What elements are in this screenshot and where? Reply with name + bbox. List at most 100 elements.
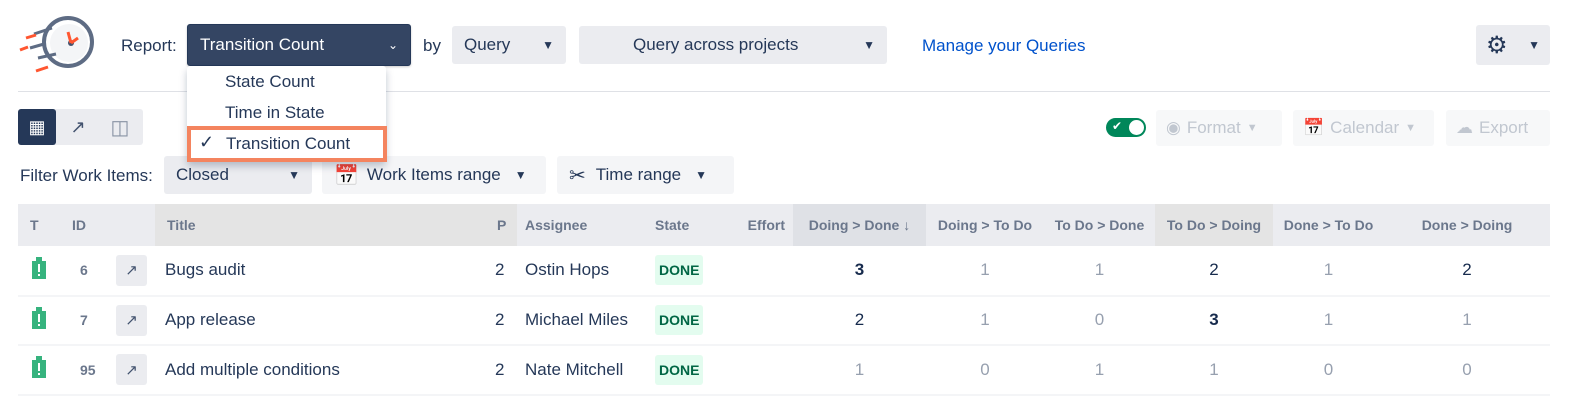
bug-type-icon (32, 306, 46, 329)
chevron-down-icon: ⌄ (387, 38, 398, 52)
cloud-download-icon: ☁ (1456, 118, 1473, 137)
row-chart-button[interactable]: ↗ (116, 254, 147, 286)
transition-count-cell: 0 (1044, 295, 1155, 346)
id-cell[interactable]: 95 (64, 345, 108, 396)
column-header-doing-todo[interactable]: Doing > To Do (926, 204, 1044, 246)
state-cell: DONE (647, 246, 723, 297)
settings-button[interactable]: ⚙ ▼ (1476, 25, 1550, 65)
column-header-title[interactable]: Title (155, 204, 481, 246)
column-header-label: Doing > Done (808, 217, 900, 233)
title-cell[interactable]: Bugs audit (155, 246, 481, 297)
status-badge: DONE (655, 354, 704, 385)
scissors-icon: ✂ (569, 164, 586, 187)
title-cell[interactable]: Add multiple conditions (155, 345, 481, 396)
table-row[interactable]: 95 ↗ Add multiple conditions 2 Nate Mitc… (18, 345, 1550, 396)
eye-icon: ◉ (1166, 118, 1181, 137)
type-cell (18, 345, 64, 396)
transition-count-cell: 1 (1044, 246, 1155, 297)
sort-down-arrow-icon: ↓ (903, 217, 911, 233)
time-range-button[interactable]: ✂ Time range ▼ (557, 156, 734, 194)
column-header-assignee[interactable]: Assignee (517, 204, 647, 246)
query-select-value: Query across projects (633, 35, 799, 54)
transition-count-cell: 1 (793, 345, 926, 396)
calendar-clock-icon: 📅 (334, 164, 359, 187)
column-header-type[interactable]: T (18, 204, 64, 246)
chart-cell: ↗ (108, 295, 155, 346)
report-select[interactable]: Transition Count ⌄ (187, 24, 411, 66)
gear-icon: ⚙ (1486, 31, 1508, 59)
report-select-value: Transition Count (200, 35, 325, 54)
toggle-switch[interactable]: ✔ (1106, 118, 1146, 137)
filter-label: Filter Work Items: (20, 166, 153, 185)
chevron-down-icon: ▼ (514, 168, 527, 182)
by-label: by (423, 36, 441, 55)
column-header-todo-doing[interactable]: To Do > Doing (1155, 204, 1273, 246)
toggle-knob (1129, 120, 1144, 135)
export-label: Export (1479, 118, 1529, 137)
priority-cell: 2 (481, 295, 517, 346)
export-button[interactable]: ☁ Export (1446, 110, 1550, 146)
transition-count-cell: 0 (1273, 345, 1384, 396)
transition-count-cell: 1 (926, 295, 1044, 346)
layout-view-button[interactable]: ◫ (100, 109, 140, 145)
column-header-done-doing[interactable]: Done > Doing (1384, 204, 1550, 246)
transition-count-cell: 2 (1384, 246, 1550, 297)
transition-count-cell: 0 (1384, 345, 1550, 396)
transition-count-cell: 1 (1044, 345, 1155, 396)
table-row[interactable]: 6 ↗ Bugs audit 2 Ostin Hops DONE 311212 (18, 246, 1550, 297)
status-filter-value: Closed (176, 165, 229, 184)
calendar-icon: 📅 (1303, 118, 1325, 137)
transition-count-cell: 1 (1384, 295, 1550, 346)
query-select[interactable]: Query across projects ▼ (579, 26, 887, 64)
work-items-range-label: Work Items range (366, 165, 501, 184)
chart-line-icon: ↗ (125, 361, 138, 379)
chevron-down-icon: ▼ (288, 168, 300, 182)
column-header-state[interactable]: State (647, 204, 723, 246)
type-cell (18, 246, 64, 297)
transition-count-cell: 3 (793, 246, 926, 297)
format-button[interactable]: ◉ Format ▼ (1156, 110, 1282, 146)
row-chart-button[interactable]: ↗ (116, 304, 147, 336)
manage-queries-link[interactable]: Manage your Queries (922, 36, 1085, 56)
grid-view-button[interactable]: ▦ (18, 109, 56, 145)
chevron-down-icon: ▼ (1528, 38, 1540, 52)
menu-item-state-count[interactable]: State Count (187, 66, 386, 98)
transition-count-cell: 2 (1155, 246, 1273, 297)
transition-count-cell: 0 (926, 345, 1044, 396)
column-header-chart (108, 204, 155, 246)
column-header-effort[interactable]: Effort (723, 204, 793, 246)
table-row[interactable]: 7 ↗ App release 2 Michael Miles DONE 210… (18, 295, 1550, 346)
priority-cell: 2 (481, 246, 517, 297)
column-header-todo-done[interactable]: To Do > Done (1044, 204, 1155, 246)
transition-count-cell: 1 (1273, 295, 1384, 346)
calendar-button[interactable]: 📅 Calendar ▼ (1293, 110, 1434, 146)
app-logo (16, 14, 96, 76)
by-select[interactable]: Query ▼ (452, 26, 566, 64)
assignee-cell: Michael Miles (517, 295, 647, 346)
effort-cell (723, 345, 793, 396)
menu-item-transition-count[interactable]: ✓ Transition Count (187, 126, 387, 162)
id-cell[interactable]: 6 (64, 246, 108, 297)
menu-item-label: Transition Count (226, 134, 351, 153)
menu-item-label: Time in State (225, 103, 325, 122)
column-header-priority[interactable]: P (481, 204, 517, 246)
column-header-done-todo[interactable]: Done > To Do (1273, 204, 1384, 246)
chart-view-button[interactable]: ↗ (56, 109, 100, 145)
bug-type-icon (32, 356, 46, 379)
status-badge: DONE (655, 255, 704, 286)
title-cell[interactable]: App release (155, 295, 481, 346)
report-label: Report: (121, 36, 177, 55)
id-cell[interactable]: 7 (64, 295, 108, 346)
chevron-down-icon: ▼ (1405, 122, 1417, 134)
transition-count-cell: 1 (1273, 246, 1384, 297)
transition-count-cell: 1 (1155, 345, 1273, 396)
column-header-id[interactable]: ID (64, 204, 108, 246)
check-icon: ✓ (199, 132, 215, 152)
chart-cell: ↗ (108, 246, 155, 297)
type-cell (18, 295, 64, 346)
menu-item-time-in-state[interactable]: Time in State (187, 97, 386, 129)
column-header-doing-done[interactable]: Doing > Done ↓ (793, 204, 926, 246)
bug-type-icon (32, 256, 46, 279)
priority-cell: 2 (481, 345, 517, 396)
row-chart-button[interactable]: ↗ (116, 354, 147, 386)
